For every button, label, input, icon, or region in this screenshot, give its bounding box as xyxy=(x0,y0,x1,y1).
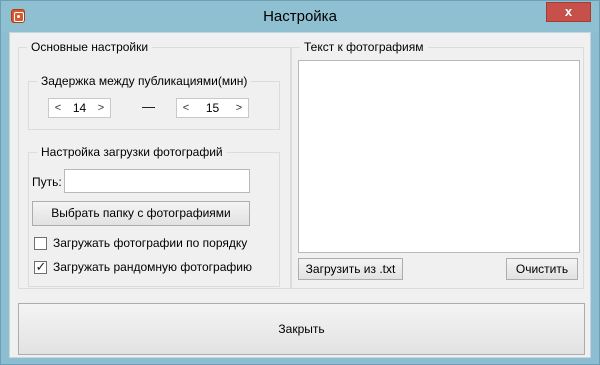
path-label: Путь: xyxy=(32,175,62,189)
upload-settings-legend: Настройка загрузки фотографий xyxy=(37,145,227,159)
delay-from-stepper[interactable]: < 14 > xyxy=(48,98,111,118)
chevron-left-icon[interactable]: < xyxy=(178,99,194,117)
basic-settings-legend: Основные настройки xyxy=(27,40,153,54)
title-bar[interactable]: Настройка x xyxy=(1,1,599,32)
order-checkbox[interactable] xyxy=(34,237,47,250)
window-close-button[interactable]: x xyxy=(546,2,591,22)
chevron-right-icon[interactable]: > xyxy=(93,99,109,117)
client-area: Основные настройки Задержка между публик… xyxy=(9,32,591,358)
settings-window: Настройка x Основные настройки Задержка … xyxy=(0,0,600,365)
chevron-left-icon[interactable]: < xyxy=(50,99,66,117)
delay-from-value[interactable]: 14 xyxy=(67,99,92,117)
basic-settings-group: Основные настройки Задержка между публик… xyxy=(18,40,291,289)
upload-settings-group: Настройка загрузки фотографий Путь: Выбр… xyxy=(28,145,280,287)
photo-text-group: Текст к фотографиям Загрузить из .txt Оч… xyxy=(291,40,584,289)
delay-legend: Задержка между публикациями(мин) xyxy=(37,74,252,88)
path-input[interactable] xyxy=(64,169,250,193)
load-from-txt-button[interactable]: Загрузить из .txt xyxy=(298,258,403,280)
random-checkbox-label[interactable]: Загружать рандомную фотографию xyxy=(53,260,252,274)
clear-button[interactable]: Очистить xyxy=(506,258,578,280)
chevron-right-icon[interactable]: > xyxy=(231,99,247,117)
checkmark-icon: ✓ xyxy=(35,259,47,274)
delay-group: Задержка между публикациями(мин) < 14 > … xyxy=(28,74,280,130)
delay-to-value[interactable]: 15 xyxy=(195,99,230,117)
delay-separator: — xyxy=(142,99,155,114)
order-checkbox-label[interactable]: Загружать фотографии по порядку xyxy=(53,236,247,250)
random-checkbox[interactable]: ✓ xyxy=(34,259,47,274)
close-dialog-button[interactable]: Закрыть xyxy=(18,303,585,355)
delay-to-stepper[interactable]: < 15 > xyxy=(176,98,249,118)
choose-folder-button[interactable]: Выбрать папку с фотографиями xyxy=(32,201,250,226)
window-title: Настройка xyxy=(263,8,337,25)
photo-text-legend: Текст к фотографиям xyxy=(300,40,428,54)
photo-text-area[interactable] xyxy=(298,60,580,253)
